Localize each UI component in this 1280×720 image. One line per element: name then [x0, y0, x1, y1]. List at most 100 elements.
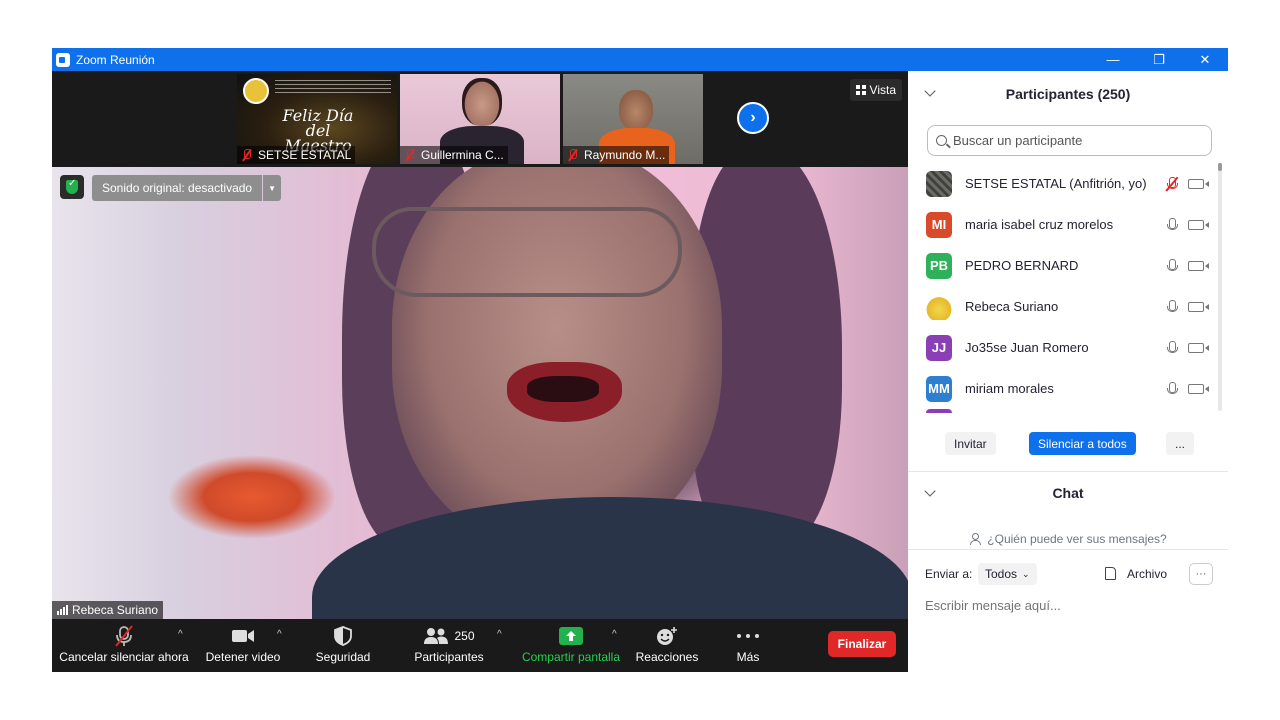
search-placeholder: Buscar un participante: [953, 133, 1083, 148]
thumbnail-guillermina[interactable]: Guillermina C...: [400, 74, 560, 164]
participant-name: maria isabel cruz morelos: [965, 217, 1114, 232]
video-camera-icon[interactable]: [1188, 383, 1209, 394]
avatar: [926, 170, 952, 197]
participant-search-input[interactable]: Buscar un participante: [927, 125, 1212, 156]
thumbnail-label: SETSE ESTATAL: [237, 146, 356, 164]
participant-name: Jo35se Juan Romero: [965, 340, 1089, 355]
next-page-button[interactable]: ›: [737, 102, 769, 134]
end-meeting-button[interactable]: Finalizar: [828, 631, 896, 657]
poster-header-lines: [275, 80, 391, 94]
view-label: Vista: [869, 83, 896, 97]
speaker-name: Rebeca Suriano: [72, 603, 159, 617]
speaker-mouth: [507, 362, 622, 422]
thumbnail-strip: Feliz Día del Maestro SETSE ESTATAL Guil…: [52, 71, 908, 167]
participant-name: miriam morales: [965, 381, 1054, 396]
person-icon: [969, 533, 982, 545]
original-sound-dropdown[interactable]: ▼: [263, 175, 282, 201]
reactions-button[interactable]: Reacciones: [634, 625, 700, 669]
search-icon: [936, 135, 947, 146]
collapse-chat-chevron-icon[interactable]: [924, 485, 936, 497]
mic-icon[interactable]: [1166, 340, 1178, 355]
thumbnail-label: Guillermina C...: [400, 146, 508, 164]
video-camera-icon[interactable]: [1188, 219, 1209, 230]
participant-row[interactable]: JJ Jo35se Juan Romero: [908, 327, 1218, 368]
participants-options-chevron-icon[interactable]: ^: [497, 629, 502, 640]
avatar: MI: [926, 211, 952, 238]
who-can-see-link[interactable]: ¿Quién puede ver sus mensajes?: [908, 527, 1228, 551]
chevron-right-icon: ›: [750, 109, 756, 126]
share-screen-icon: [559, 625, 583, 647]
video-camera-icon[interactable]: [1188, 260, 1209, 271]
participants-more-button[interactable]: ...: [1166, 432, 1195, 455]
speaker-glasses: [372, 207, 682, 297]
chat-more-button[interactable]: ···: [1189, 563, 1213, 585]
security-shield-icon: [334, 625, 352, 647]
security-button[interactable]: Seguridad: [308, 625, 378, 669]
participant-row[interactable]: SETSE ESTATAL (Anfitrión, yo): [908, 163, 1218, 204]
thumbnail-label: Raymundo M...: [563, 146, 670, 164]
mute-options-chevron-icon[interactable]: ^: [178, 629, 183, 640]
video-camera-icon[interactable]: [1188, 342, 1209, 353]
chat-panel-header: Chat: [908, 471, 1228, 515]
share-screen-button[interactable]: Compartir pantalla: [518, 625, 624, 669]
mic-icon[interactable]: [1166, 299, 1178, 314]
participant-row[interactable]: MM miriam morales: [908, 368, 1218, 409]
file-button[interactable]: Archivo: [1127, 567, 1167, 581]
more-dots-icon: [736, 625, 760, 647]
stop-video-button[interactable]: Detener video: [200, 625, 286, 669]
thumbnail-name: Guillermina C...: [421, 148, 504, 162]
participant-row[interactable]: Rebeca Suriano: [908, 286, 1218, 327]
mic-muted-icon: [404, 149, 416, 161]
participant-list-scrollbar[interactable]: [1218, 163, 1222, 411]
share-options-chevron-icon[interactable]: ^: [612, 629, 617, 640]
window-controls: — ❐ ✕: [1090, 48, 1228, 71]
participants-button[interactable]: 250 Participantes: [408, 625, 490, 669]
mic-icon[interactable]: [1166, 217, 1178, 232]
window-title: Zoom Reunión: [76, 52, 155, 67]
title-bar: Zoom Reunión — ❐ ✕: [52, 48, 1228, 71]
zoom-window: Zoom Reunión — ❐ ✕ Feliz Día del Maestro…: [52, 48, 1228, 672]
main-video[interactable]: Sonido original: desactivado ▼ Rebeca Su…: [52, 167, 908, 619]
mic-icon[interactable]: [1166, 258, 1178, 273]
file-icon[interactable]: [1105, 567, 1116, 580]
restore-button[interactable]: ❐: [1136, 48, 1182, 71]
video-camera-icon: [231, 625, 255, 647]
mic-muted-icon[interactable]: [1165, 176, 1179, 191]
mic-icon[interactable]: [1166, 381, 1178, 396]
invite-button[interactable]: Invitar: [945, 432, 996, 455]
mic-muted-icon: [567, 149, 579, 161]
view-button[interactable]: Vista: [849, 79, 902, 101]
participant-actions: Invitar Silenciar a todos ...: [908, 432, 1228, 458]
send-to-label: Enviar a:: [925, 567, 973, 581]
avatar-partial: [926, 409, 952, 413]
participants-count: 250: [454, 629, 475, 643]
video-options-chevron-icon[interactable]: ^: [277, 629, 282, 640]
thumbnail-raymundo[interactable]: Raymundo M...: [563, 74, 703, 164]
zoom-app-icon: [56, 52, 70, 67]
mic-muted-icon: [113, 625, 135, 647]
participants-panel-header: Participantes (250): [908, 71, 1228, 117]
encryption-shield-icon[interactable]: [60, 175, 84, 199]
original-sound-label[interactable]: Sonido original: desactivado: [92, 175, 263, 201]
participant-row[interactable]: PB PEDRO BERNARD: [908, 245, 1218, 286]
minimize-button[interactable]: —: [1090, 48, 1136, 71]
mic-muted-icon: [241, 149, 253, 161]
video-camera-icon[interactable]: [1188, 178, 1209, 189]
participant-head: [462, 78, 502, 126]
video-camera-icon[interactable]: [1188, 301, 1209, 312]
grid-icon: [855, 85, 866, 95]
speaker-name-tag: Rebeca Suriano: [52, 601, 164, 619]
close-button[interactable]: ✕: [1182, 48, 1228, 71]
chat-message-input[interactable]: Escribir mensaje aquí...: [925, 594, 1215, 616]
participant-head: [619, 90, 653, 130]
mute-button[interactable]: Cancelar silenciar ahora: [59, 625, 189, 669]
collapse-participants-chevron-icon[interactable]: [924, 85, 936, 97]
more-button[interactable]: Más: [728, 625, 768, 669]
participant-row[interactable]: MI maria isabel cruz morelos: [908, 204, 1218, 245]
send-to-select[interactable]: Todos ⌄: [978, 563, 1037, 585]
thumbnail-setse[interactable]: Feliz Día del Maestro SETSE ESTATAL: [237, 74, 397, 164]
mute-all-button[interactable]: Silenciar a todos: [1029, 432, 1136, 455]
meeting-toolbar: Cancelar silenciar ahora ^ Detener video…: [52, 619, 908, 672]
chat-panel-title: Chat: [1052, 485, 1084, 501]
original-sound-toggle[interactable]: Sonido original: desactivado ▼: [92, 175, 282, 201]
